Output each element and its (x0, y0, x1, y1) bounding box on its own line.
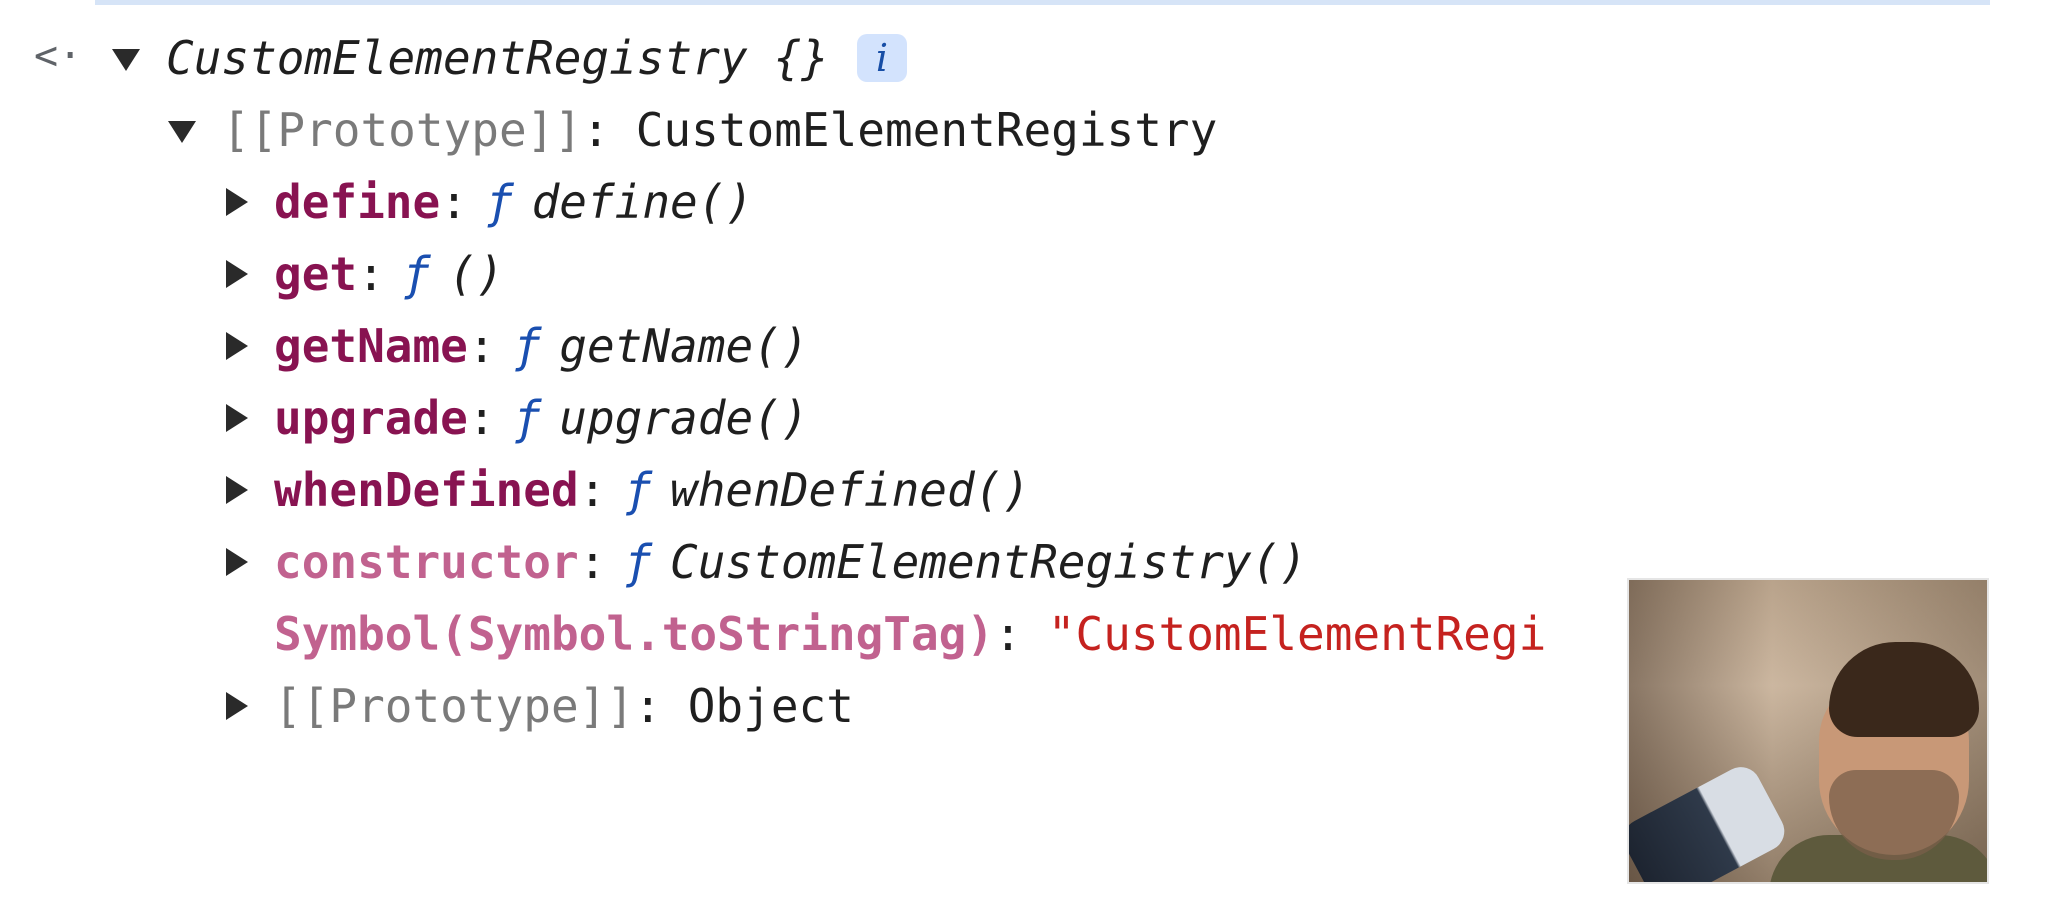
property-key: getName (274, 319, 468, 373)
webcam-overlay (1627, 578, 1989, 884)
property-row-getname[interactable]: getName : ƒ getName() (226, 314, 809, 378)
separator: : (578, 463, 607, 517)
expand-triangle-icon[interactable] (226, 188, 248, 216)
property-key: whenDefined (274, 463, 579, 517)
collapse-triangle-icon[interactable] (168, 121, 196, 143)
function-icon: ƒ (624, 535, 653, 589)
property-key: upgrade (274, 391, 468, 445)
object-class-name: CustomElementRegistry (166, 31, 748, 85)
prototype-label: [[Prototype]] (274, 679, 635, 733)
prototype-value: CustomElementRegistry (635, 103, 1218, 157)
separator: : (467, 391, 496, 445)
prototype-row[interactable]: [[Prototype]] : CustomElementRegistry (168, 98, 1217, 162)
separator: : (582, 103, 610, 157)
prototype-value: Object (687, 679, 854, 733)
expand-triangle-icon[interactable] (226, 260, 248, 288)
function-icon: ƒ (624, 463, 653, 517)
prototype-label: [[Prototype]] (222, 103, 583, 157)
property-key: define (274, 175, 441, 229)
result-arrow-icon: <· (34, 33, 83, 79)
info-icon[interactable]: i (856, 34, 907, 82)
separator: : (357, 247, 385, 301)
string-value: "CustomElementRegi (1047, 607, 1547, 661)
function-name: define() (531, 175, 754, 229)
separator: : (578, 535, 607, 589)
expand-triangle-icon[interactable] (226, 548, 248, 576)
function-icon: ƒ (513, 319, 542, 373)
separator: : (440, 175, 468, 229)
property-row-constructor[interactable]: constructor : ƒ CustomElementRegistry() (226, 530, 1307, 594)
property-row-define[interactable]: define : ƒ define() (226, 170, 753, 234)
object-root-row[interactable]: CustomElementRegistry {} i (112, 26, 907, 90)
property-key: constructor (274, 535, 579, 589)
expand-triangle-icon[interactable] (226, 332, 248, 360)
object-braces: {} (773, 31, 829, 85)
function-name: whenDefined() (670, 463, 1031, 517)
property-row-whendefined[interactable]: whenDefined : ƒ whenDefined() (226, 458, 1030, 522)
function-name: upgrade() (559, 391, 809, 445)
function-name: CustomElementRegistry() (670, 535, 1308, 589)
function-name: getName() (559, 319, 809, 373)
separator: : (467, 319, 496, 373)
function-icon: ƒ (485, 175, 514, 229)
separator: : (994, 607, 1022, 661)
function-icon: ƒ (402, 247, 431, 301)
property-key: Symbol(Symbol.toStringTag) (274, 607, 995, 661)
property-key: get (274, 247, 358, 301)
separator: : (634, 679, 662, 733)
property-row-upgrade[interactable]: upgrade : ƒ upgrade() (226, 386, 809, 450)
property-row-tostringtag: Symbol(Symbol.toStringTag) : "CustomElem… (226, 602, 1546, 666)
function-name: () (448, 247, 504, 301)
expand-triangle-icon[interactable] (226, 692, 248, 720)
expand-triangle-icon[interactable] (226, 404, 248, 432)
expand-triangle-icon[interactable] (226, 476, 248, 504)
function-icon: ƒ (513, 391, 542, 445)
prototype-object-row[interactable]: [[Prototype]] : Object (226, 674, 854, 738)
collapse-triangle-icon[interactable] (112, 49, 140, 71)
property-row-get[interactable]: get : ƒ () (226, 242, 504, 306)
